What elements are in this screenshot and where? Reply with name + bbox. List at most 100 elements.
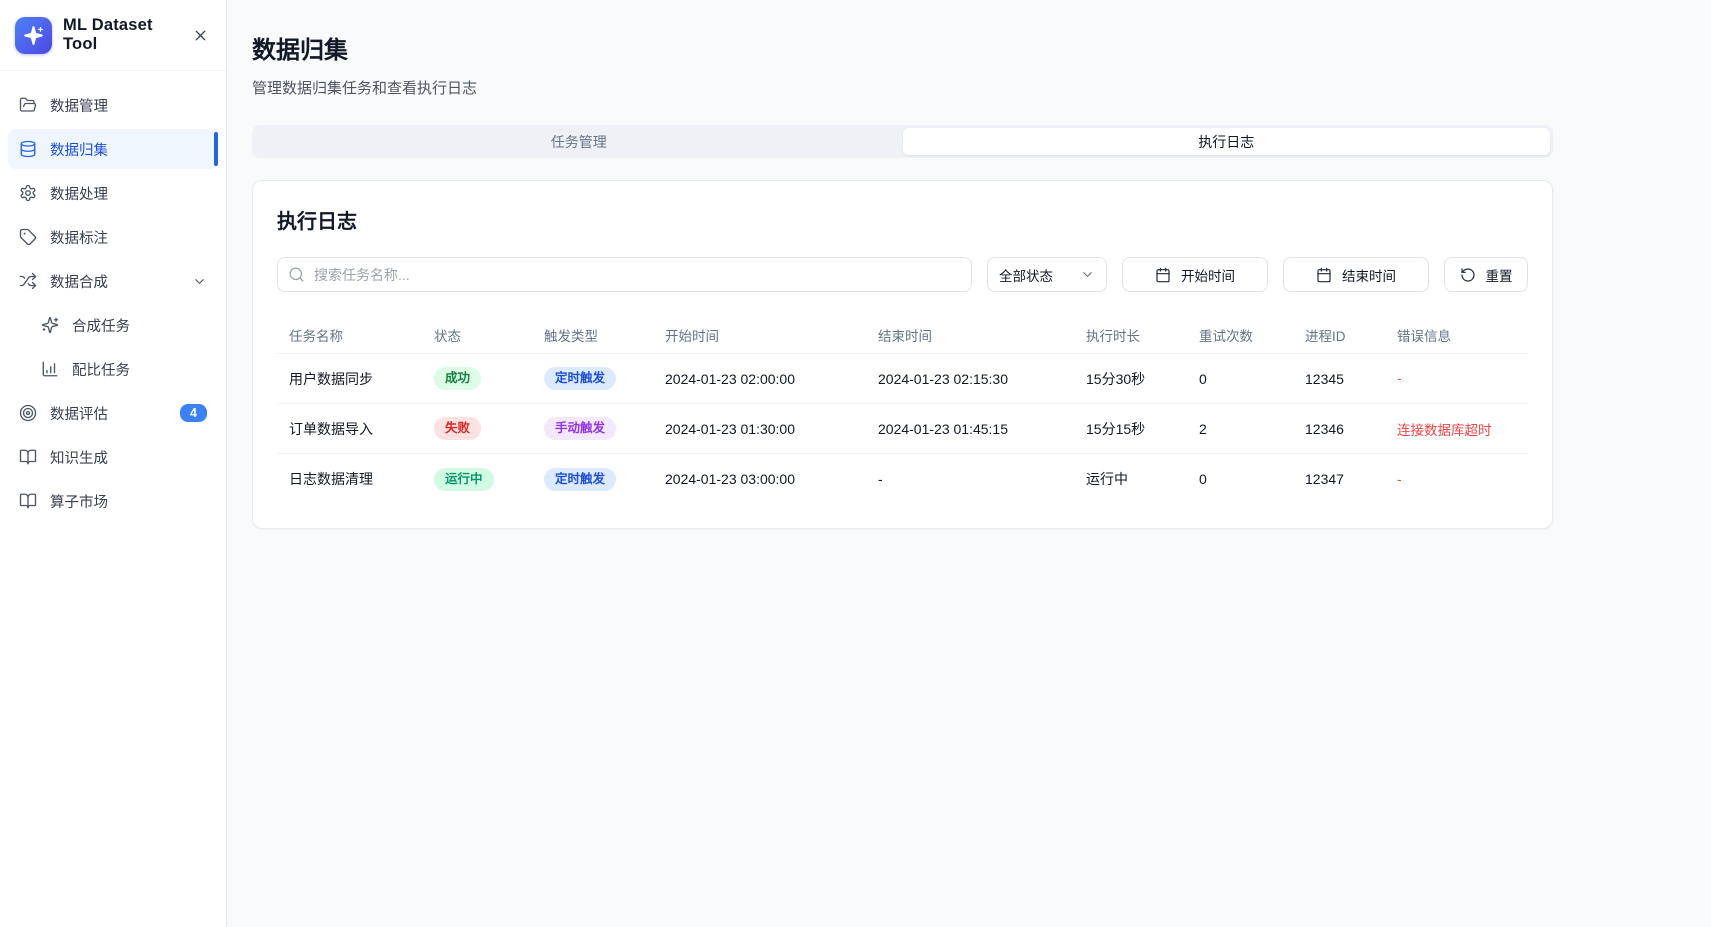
- target-icon: [19, 404, 37, 422]
- logs-table: 任务名称状态触发类型开始时间结束时间执行时长重试次数进程ID错误信息 用户数据同…: [277, 316, 1528, 504]
- status-filter-value: 全部状态: [999, 265, 1053, 285]
- folder-icon: [19, 96, 37, 114]
- tab-label: 任务管理: [551, 132, 607, 152]
- column-header: 任务名称: [289, 325, 434, 345]
- search-input[interactable]: [277, 257, 972, 292]
- chevron-down-icon: [1080, 267, 1095, 282]
- sidebar-item-label: 数据合成: [50, 271, 108, 292]
- cell-trigger-type: 定时触发: [544, 468, 665, 491]
- sidebar-item-label: 数据管理: [50, 95, 108, 116]
- end-time-label: 结束时间: [1342, 265, 1396, 285]
- table-row: 订单数据导入失败 手动触发 2024-01-23 01:30:002024-01-2…: [277, 404, 1528, 454]
- cell-trigger-type-badge: 定时触发: [544, 468, 616, 491]
- sparkles-icon: [41, 316, 59, 334]
- filter-toolbar: 全部状态 开始时间 结束时间 重置: [277, 257, 1528, 292]
- cell-status: 成功: [434, 367, 544, 390]
- cell-retries: 0: [1199, 371, 1305, 387]
- sparkles-icon: [23, 25, 44, 46]
- cell-task-name: 日志数据清理: [289, 469, 434, 489]
- sidebar-item-知识生成[interactable]: 知识生成: [8, 437, 218, 477]
- close-icon: [192, 27, 209, 44]
- page-title: 数据归集: [252, 30, 1553, 65]
- sidebar-item-算子市场[interactable]: 算子市场: [8, 481, 218, 521]
- cell-error: 连接数据库超时: [1397, 419, 1516, 439]
- table-row: 日志数据清理运行中定时触发2024-01-23 03:00:00-运行中0123…: [277, 454, 1528, 504]
- column-header: 触发类型: [544, 325, 665, 345]
- sidebar-item-label: 配比任务: [72, 359, 130, 380]
- app-logo: [15, 17, 52, 54]
- cell-error: -: [1397, 371, 1516, 386]
- cell-task-name: 订单数据导入: [289, 419, 434, 439]
- page-subtitle: 管理数据归集任务和查看执行日志: [252, 77, 1553, 98]
- cell-start-time: 2024-01-23 01:30:00: [665, 421, 878, 437]
- tab-execution-logs[interactable]: 执行日志: [903, 128, 1551, 155]
- gear-icon: [19, 184, 37, 202]
- sidebar-item-数据标注[interactable]: 数据标注: [8, 217, 218, 257]
- cell-retries: 2: [1199, 421, 1305, 437]
- book-icon: [19, 448, 37, 466]
- cell-status-badge: 失败: [434, 417, 481, 440]
- search-icon: [288, 266, 305, 283]
- status-filter-select[interactable]: 全部状态: [987, 257, 1107, 292]
- sidebar-item-数据评估[interactable]: 数据评估4: [8, 393, 218, 433]
- sidebar-item-label: 数据归集: [50, 139, 108, 160]
- sidebar-item-label: 数据标注: [50, 227, 108, 248]
- active-indicator: [214, 132, 218, 166]
- sidebar-header: ML Dataset Tool: [0, 0, 226, 71]
- sidebar-item-合成任务[interactable]: 合成任务: [8, 305, 218, 345]
- calendar-icon: [1155, 267, 1171, 283]
- reset-label: 重置: [1486, 265, 1513, 285]
- sidebar-item-数据归集[interactable]: 数据归集: [8, 129, 218, 169]
- column-header: 执行时长: [1086, 325, 1199, 345]
- sidebar-close-button[interactable]: [190, 25, 211, 46]
- cell-status-badge: 成功: [434, 367, 481, 390]
- sidebar-item-配比任务[interactable]: 配比任务: [8, 349, 218, 389]
- cell-end-time: 2024-01-23 02:15:30: [878, 371, 1086, 387]
- cell-retries: 0: [1199, 471, 1305, 487]
- column-header: 状态: [434, 325, 544, 345]
- cell-trigger-type: 手动触发: [544, 417, 665, 440]
- cell-pid: 12347: [1305, 471, 1397, 487]
- sidebar-item-数据管理[interactable]: 数据管理: [8, 85, 218, 125]
- column-header: 结束时间: [878, 325, 1086, 345]
- cell-duration: 15分30秒: [1086, 369, 1199, 389]
- sidebar-item-label: 合成任务: [72, 315, 130, 336]
- panel-title: 执行日志: [277, 205, 1528, 234]
- sidebar-item-label: 算子市场: [50, 491, 108, 512]
- cell-trigger-type-badge: 手动触发: [544, 417, 616, 440]
- tab-task-management[interactable]: 任务管理: [255, 128, 903, 155]
- main-content: 数据归集 管理数据归集任务和查看执行日志 任务管理 执行日志 执行日志 全部状态: [227, 0, 1711, 529]
- cell-start-time: 2024-01-23 02:00:00: [665, 371, 878, 387]
- sidebar: ML Dataset Tool 数据管理数据归集数据处理数据标注数据合成合成任务…: [0, 0, 227, 927]
- chevron-down-icon: [192, 274, 207, 289]
- cell-trigger-type: 定时触发: [544, 367, 665, 390]
- reset-button[interactable]: 重置: [1444, 257, 1528, 292]
- reset-icon: [1460, 267, 1476, 283]
- cell-end-time: -: [878, 471, 1086, 487]
- sidebar-item-label: 数据评估: [50, 403, 108, 424]
- tab-bar: 任务管理 执行日志: [252, 125, 1553, 158]
- execution-logs-panel: 执行日志 全部状态 开始时间 结束时间: [252, 180, 1553, 529]
- table-body: 用户数据同步成功定时触发2024-01-23 02:00:002024-01-2…: [277, 354, 1528, 504]
- start-time-button[interactable]: 开始时间: [1122, 257, 1268, 292]
- tag-icon: [19, 228, 37, 246]
- sidebar-nav: 数据管理数据归集数据处理数据标注数据合成合成任务配比任务数据评估4知识生成算子市…: [0, 71, 226, 521]
- cell-task-name: 用户数据同步: [289, 369, 434, 389]
- start-time-label: 开始时间: [1181, 265, 1235, 285]
- sidebar-item-数据合成[interactable]: 数据合成: [8, 261, 218, 301]
- column-header: 错误信息: [1397, 325, 1516, 345]
- tab-label: 执行日志: [1198, 132, 1254, 152]
- app-title: ML Dataset Tool: [63, 16, 179, 54]
- book-icon: [19, 492, 37, 510]
- sidebar-item-数据处理[interactable]: 数据处理: [8, 173, 218, 213]
- table-header-row: 任务名称状态触发类型开始时间结束时间执行时长重试次数进程ID错误信息: [277, 316, 1528, 354]
- database-icon: [19, 140, 37, 158]
- shuffle-icon: [19, 272, 37, 290]
- cell-status-badge: 运行中: [434, 468, 494, 491]
- cell-end-time: 2024-01-23 01:45:15: [878, 421, 1086, 437]
- cell-duration: 运行中: [1086, 469, 1199, 489]
- end-time-button[interactable]: 结束时间: [1283, 257, 1429, 292]
- cell-trigger-type-badge: 定时触发: [544, 367, 616, 390]
- column-header: 进程ID: [1305, 325, 1397, 345]
- cell-status: 运行中: [434, 468, 544, 491]
